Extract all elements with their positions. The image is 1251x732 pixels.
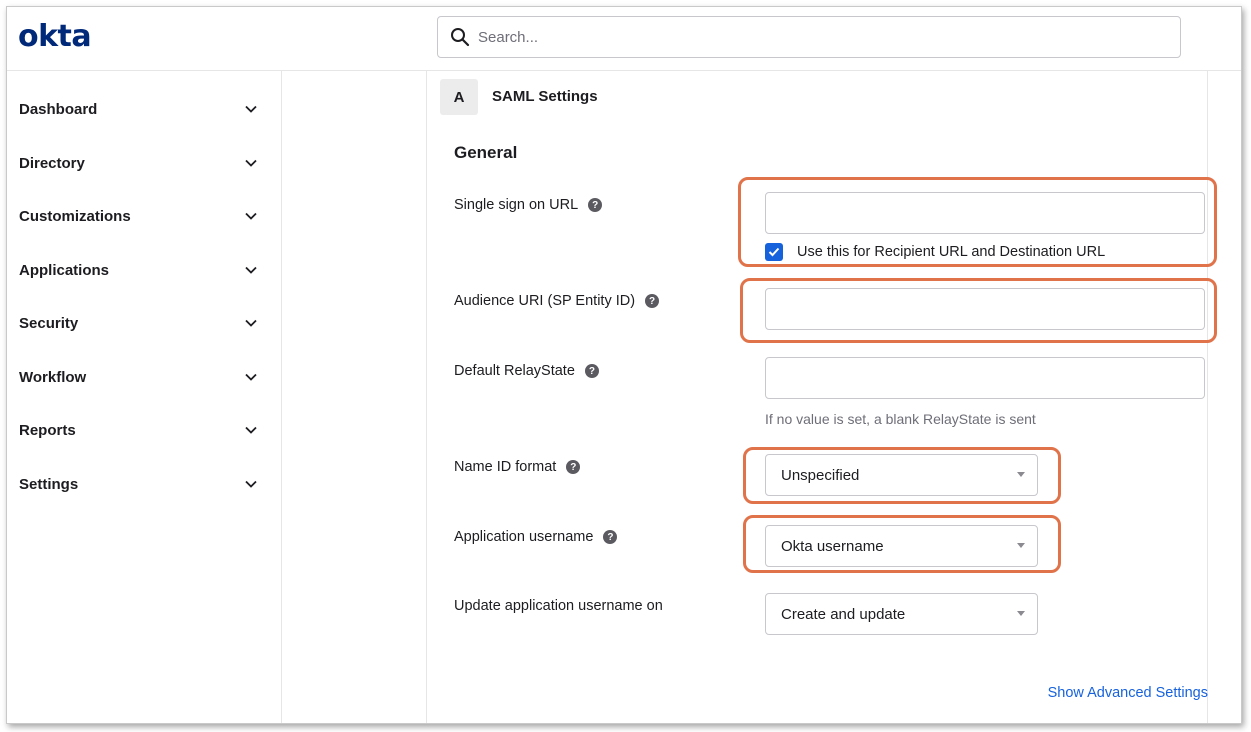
- select-value: Unspecified: [781, 466, 860, 484]
- okta-logo[interactable]: okta: [18, 19, 92, 54]
- relay-state-label: Default RelayState ?: [454, 363, 599, 379]
- sidebar-item-applications[interactable]: Applications: [7, 250, 282, 290]
- search-box[interactable]: [437, 16, 1181, 58]
- sidebar-item-label: Workflow: [19, 368, 87, 386]
- update-username-select[interactable]: Create and update: [765, 593, 1038, 635]
- field-label-text: Default RelayState: [454, 363, 575, 379]
- sidebar-item-reports[interactable]: Reports: [7, 410, 282, 450]
- help-icon[interactable]: ?: [588, 198, 603, 212]
- sidebar-item-label: Reports: [19, 421, 76, 439]
- update-username-label: Update application username on: [454, 598, 663, 614]
- sso-url-label: Single sign on URL ?: [454, 197, 603, 213]
- chevron-down-icon: [244, 102, 258, 116]
- sidebar-item-label: Settings: [19, 475, 79, 493]
- saml-settings-panel: A SAML Settings General Single sign on U…: [428, 71, 1208, 723]
- sidebar-item-label: Directory: [19, 154, 85, 172]
- caret-down-icon: [1017, 543, 1025, 549]
- field-label-text: Name ID format: [454, 459, 557, 475]
- recipient-url-checkbox[interactable]: [765, 243, 783, 261]
- step-badge: A: [440, 79, 478, 115]
- chevron-down-icon: [244, 156, 258, 170]
- field-label-text: Audience URI (SP Entity ID): [454, 293, 636, 309]
- field-label-text: Update application username on: [454, 598, 663, 614]
- app-username-label: Application username ?: [454, 529, 618, 545]
- sidebar-item-security[interactable]: Security: [7, 303, 282, 343]
- name-id-format-label: Name ID format ?: [454, 459, 581, 475]
- caret-down-icon: [1017, 611, 1025, 617]
- chevron-down-icon: [244, 209, 258, 223]
- sidebar-nav: Dashboard Directory Customizations Appli…: [7, 71, 282, 723]
- sso-url-input[interactable]: [765, 192, 1205, 234]
- name-id-format-select[interactable]: Unspecified: [765, 454, 1038, 496]
- recipient-url-checkbox-row: Use this for Recipient URL and Destinati…: [765, 243, 1105, 261]
- audience-uri-input[interactable]: [765, 288, 1205, 330]
- chevron-down-icon: [244, 370, 258, 384]
- top-header: okta: [7, 7, 1241, 71]
- sidebar-item-settings[interactable]: Settings: [7, 464, 282, 504]
- chevron-down-icon: [244, 423, 258, 437]
- help-icon[interactable]: ?: [566, 460, 581, 474]
- chevron-down-icon: [244, 477, 258, 491]
- help-icon[interactable]: ?: [584, 364, 599, 378]
- checkmark-icon: [768, 247, 780, 257]
- help-icon[interactable]: ?: [645, 294, 660, 308]
- relay-state-input[interactable]: [765, 357, 1205, 399]
- sidebar-item-label: Security: [19, 314, 79, 332]
- field-label-text: Application username: [454, 529, 594, 545]
- sidebar-item-label: Applications: [19, 261, 110, 279]
- show-advanced-settings-link[interactable]: Show Advanced Settings: [1048, 685, 1208, 701]
- sidebar-item-label: Customizations: [19, 207, 131, 225]
- search-icon: [451, 28, 470, 47]
- select-value: Okta username: [781, 537, 884, 555]
- chevron-down-icon: [244, 263, 258, 277]
- section-title: General: [454, 143, 518, 162]
- app-window: okta Dashboard Directory Customizations …: [6, 6, 1242, 724]
- sidebar-item-directory[interactable]: Directory: [7, 143, 282, 183]
- relay-state-hint: If no value is set, a blank RelayState i…: [765, 411, 1036, 427]
- chevron-down-icon: [244, 316, 258, 330]
- app-username-select[interactable]: Okta username: [765, 525, 1038, 567]
- step-title: SAML Settings: [492, 88, 598, 105]
- sidebar-item-label: Dashboard: [19, 100, 98, 118]
- sidebar-item-dashboard[interactable]: Dashboard: [7, 89, 282, 129]
- search-input[interactable]: [478, 28, 1158, 46]
- sidebar-item-customizations[interactable]: Customizations: [7, 196, 282, 236]
- content-gutter: [283, 71, 427, 723]
- caret-down-icon: [1017, 472, 1025, 478]
- field-label-text: Single sign on URL: [454, 197, 579, 213]
- select-value: Create and update: [781, 605, 906, 623]
- recipient-url-checkbox-label: Use this for Recipient URL and Destinati…: [797, 244, 1106, 260]
- audience-uri-label: Audience URI (SP Entity ID) ?: [454, 293, 660, 309]
- sidebar-item-workflow[interactable]: Workflow: [7, 357, 282, 397]
- help-icon[interactable]: ?: [603, 530, 618, 544]
